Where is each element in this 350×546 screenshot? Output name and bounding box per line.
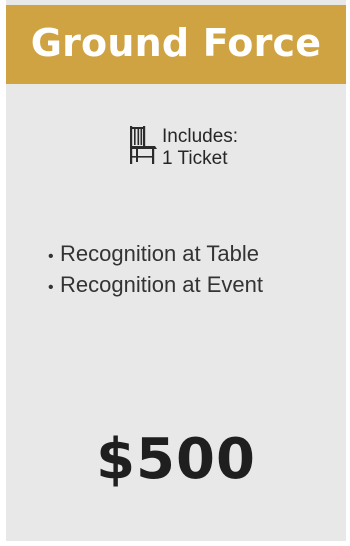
tier-title: Ground Force [30, 20, 322, 65]
includes-section: Includes: 1 Ticket [125, 125, 238, 170]
price: $500 [96, 427, 256, 492]
benefit-text: Recognition at Event [60, 272, 264, 297]
card-header: Ground Force [6, 5, 346, 84]
benefits-list: • Recognition at Table • Recognition at … [48, 240, 263, 302]
list-item: • Recognition at Event [48, 271, 263, 302]
bullet-icon: • [48, 248, 54, 265]
includes-value: 1 Ticket [162, 148, 228, 169]
bullet-icon: • [48, 279, 54, 296]
sponsorship-card: Ground Force Includes: 1 Ticket • Recogn… [6, 0, 346, 541]
list-item: • Recognition at Table [48, 240, 263, 271]
benefit-text: Recognition at Table [60, 241, 259, 266]
includes-label: Includes: [162, 126, 239, 147]
includes-text: Includes: 1 Ticket [162, 126, 238, 170]
chair-icon [130, 126, 157, 164]
